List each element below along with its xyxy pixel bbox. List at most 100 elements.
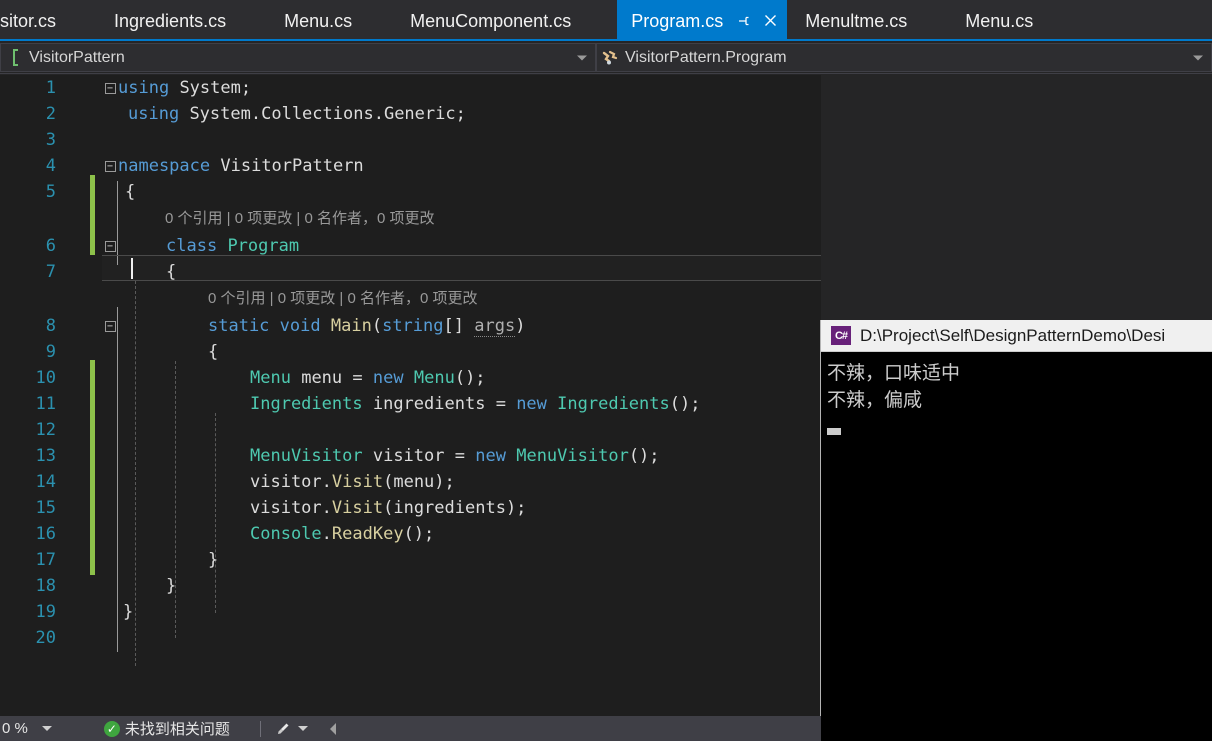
code-line[interactable]: 11 Ingredients ingredients = new Ingredi… [0, 391, 821, 417]
code-line-text: MenuVisitor visitor = new MenuVisitor(); [250, 445, 660, 466]
code-line[interactable]: 5 { [0, 179, 821, 205]
codelens-text[interactable]: 0 个引用 | 0 项更改 | 0 名作者，0 项更改 [208, 286, 478, 313]
tab-label: Menu.cs [284, 10, 353, 31]
line-number: 13 [35, 445, 56, 466]
block-cursor [827, 428, 841, 435]
status-divider [259, 720, 261, 737]
code-line-text: namespace VisitorPattern [118, 155, 364, 176]
code-line[interactable]: 19 } [0, 599, 821, 625]
code-line-text: Menu menu = new Menu(); [250, 367, 486, 388]
member-selector-label: VisitorPattern.Program [625, 48, 787, 66]
code-line[interactable]: 20 [0, 625, 821, 651]
tab-ingredients-cs[interactable]: Ingredients.cs [100, 0, 240, 41]
navigation-bar: VisitorPattern VisitorPattern.Program [0, 43, 1212, 74]
brush-icon[interactable] [275, 721, 291, 737]
issues-status[interactable]: ✓ 未找到相关问题 [103, 718, 230, 739]
code-line[interactable]: 12 [0, 417, 821, 443]
console-title-bar[interactable]: C# D:\Project\Self\DesignPatternDemo\Des… [821, 320, 1212, 352]
code-line[interactable]: 7 { [0, 259, 821, 285]
console-title-text: D:\Project\Self\DesignPatternDemo\Desi [860, 325, 1166, 345]
code-line-text: } [208, 549, 219, 570]
zoom-control[interactable]: 0 % [0, 720, 52, 737]
project-selector-label: VisitorPattern [29, 48, 125, 66]
zoom-level-label: 0 % [2, 720, 28, 737]
line-number: 6 [45, 235, 56, 256]
tab-menu-cs[interactable]: Menu.cs [270, 0, 366, 41]
line-number: 9 [45, 341, 56, 362]
code-line-text: static void Main(string[] args) [208, 315, 526, 337]
line-number: 19 [35, 601, 56, 622]
code-line[interactable]: 13 MenuVisitor visitor = new MenuVisitor… [0, 443, 821, 469]
tab-program-cs[interactable]: Program.cs [617, 0, 788, 41]
code-line[interactable]: 10 Menu menu = new Menu(); [0, 365, 821, 391]
codelens-text[interactable]: 0 个引用 | 0 项更改 | 0 名作者，0 项更改 [165, 206, 435, 233]
fold-toggle[interactable]: − [102, 233, 118, 260]
line-number: 18 [35, 575, 56, 596]
fold-toggle[interactable]: − [102, 313, 118, 340]
code-text-area[interactable]: 1 − using System; 2 using System.Collect… [0, 75, 821, 666]
chevron-down-icon[interactable] [297, 726, 308, 731]
code-line-text: class Program [166, 235, 300, 256]
code-line[interactable]: 6 − class Program [0, 233, 821, 259]
code-line[interactable]: 16 Console.ReadKey(); [0, 521, 821, 547]
tab-visitor-cs[interactable]: sitor.cs [0, 0, 70, 41]
line-number: 2 [45, 103, 56, 124]
csharp-icon: C# [831, 326, 851, 345]
tab-label: Menultme.cs [805, 10, 908, 31]
status-bar: 0 % ✓ 未找到相关问题 [0, 716, 821, 741]
code-line[interactable]: 17 } [0, 547, 821, 573]
line-number: 11 [35, 393, 56, 414]
code-line-text: visitor.Visit(menu); [250, 471, 455, 492]
code-line-text: using System.Collections.Generic; [128, 103, 466, 124]
code-line[interactable]: 9 { [0, 339, 821, 365]
tab-label: Menu.cs [965, 10, 1034, 31]
issues-status-label: 未找到相关问题 [124, 721, 230, 738]
project-selector[interactable]: VisitorPattern [0, 43, 596, 72]
line-number: 16 [35, 523, 56, 544]
chevron-left-icon[interactable] [329, 722, 336, 735]
code-line-text: Console.ReadKey(); [250, 523, 435, 544]
pin-icon[interactable] [735, 12, 753, 30]
code-line[interactable]: 2 using System.Collections.Generic; [0, 101, 821, 127]
chevron-down-icon[interactable] [41, 726, 52, 731]
tab-label: Ingredients.cs [114, 10, 227, 31]
line-number: 7 [45, 261, 56, 282]
code-line[interactable]: 14 visitor.Visit(menu); [0, 469, 821, 495]
tab-menucomponent-cs[interactable]: MenuComponent.cs [396, 0, 585, 41]
codelens-row[interactable]: 0 个引用 | 0 项更改 | 0 名作者，0 项更改 [0, 205, 821, 233]
code-line-text: { [125, 181, 136, 202]
line-number: 4 [45, 155, 56, 176]
tab-menultme-cs[interactable]: Menultme.cs [791, 0, 921, 41]
close-icon[interactable] [759, 10, 781, 32]
chevron-down-icon[interactable] [1193, 55, 1203, 60]
code-line[interactable]: 15 visitor.Visit(ingredients); [0, 495, 821, 521]
codelens-row[interactable]: 0 个引用 | 0 项更改 | 0 名作者，0 项更改 [0, 285, 821, 313]
chevron-down-icon[interactable] [577, 55, 587, 60]
visual-studio-window: sitor.cs Ingredients.cs Menu.cs MenuComp… [0, 0, 1212, 741]
code-line[interactable]: 8 − static void Main(string[] args) [0, 313, 821, 339]
code-line-text: { [208, 341, 219, 362]
tab-menu-cs-2[interactable]: Menu.cs [951, 0, 1047, 41]
fold-toggle[interactable]: − [102, 153, 118, 180]
code-line-text: visitor.Visit(ingredients); [250, 497, 527, 518]
code-line-text: { [166, 261, 177, 282]
code-line-text: } [166, 575, 177, 596]
console-window[interactable]: C# D:\Project\Self\DesignPatternDemo\Des… [820, 320, 1212, 741]
line-number: 3 [45, 129, 56, 150]
code-editor[interactable]: 1 − using System; 2 using System.Collect… [0, 75, 821, 716]
code-line[interactable]: 1 − using System; [0, 75, 821, 101]
line-number: 10 [35, 367, 56, 388]
line-number: 14 [35, 471, 56, 492]
code-line-text: Ingredients ingredients = new Ingredient… [250, 393, 701, 414]
tab-label: MenuComponent.cs [410, 10, 572, 31]
code-line[interactable]: 4 − namespace VisitorPattern [0, 153, 821, 179]
line-number: 5 [45, 181, 56, 202]
console-output: 不辣，口味适中 不辣，偏咸 [821, 352, 1212, 435]
code-line-text: } [123, 601, 134, 622]
code-line[interactable]: 18 } [0, 573, 821, 599]
console-output-line: 不辣，偏咸 [827, 389, 923, 411]
line-number: 17 [35, 549, 56, 570]
code-line[interactable]: 3 [0, 127, 821, 153]
member-selector[interactable]: VisitorPattern.Program [596, 43, 1212, 72]
fold-toggle[interactable]: − [102, 75, 118, 101]
